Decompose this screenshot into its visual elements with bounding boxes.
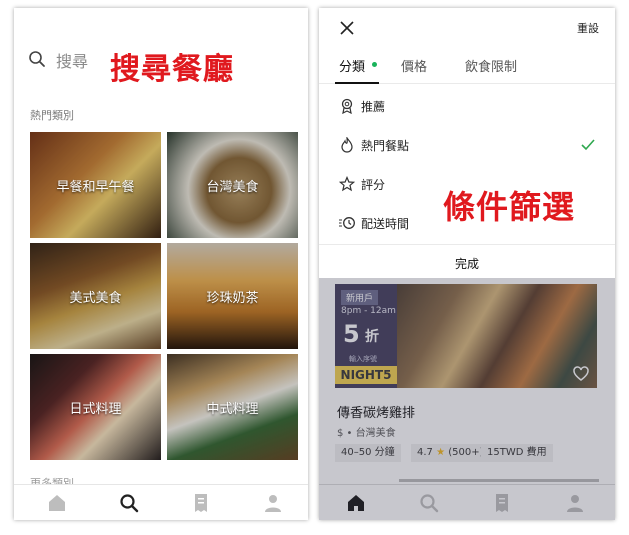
bottom-tab-bar [319,484,615,520]
clock-icon [339,217,355,229]
reset-button[interactable]: 重設 [577,20,599,36]
category-tile[interactable]: 日式料理 [30,354,161,460]
promo-time: 8pm - 12am [341,306,396,316]
next-card-peek [399,479,599,482]
category-label: 中式料理 [206,402,259,417]
section-label-popular: 熱門類別 [30,109,74,122]
annotation-headline: 搜尋餐廳 [110,52,234,87]
restaurant-meta: $ • 台灣美食 [337,428,396,439]
rating-value: 4.7 [417,447,433,458]
search-icon[interactable] [118,492,140,514]
option-label: 評分 [361,178,386,192]
eta-chip: 40–50 分鐘 [335,444,401,462]
heart-icon[interactable] [573,366,589,382]
promo-code-label: 輸入序號 [349,355,377,363]
category-label: 美式美食 [69,291,122,306]
restaurant-card-image[interactable]: 新用戶 8pm - 12am 5 折 輸入序號 NIGHT5 [335,284,597,388]
search-icon [29,51,45,67]
search-icon[interactable] [418,492,440,514]
rating-count: (500+) [448,447,484,458]
rating-chip: 4.7 ★ (500+) [411,444,490,462]
restaurant-chips: 40–50 分鐘 4.7 ★ (500+) 15TWD 費用 [335,444,605,462]
category-tile[interactable]: 早餐和早午餐 [30,132,161,238]
tab-dietary[interactable]: 飲食限制 [465,56,517,75]
promo-code: NIGHT5 [335,366,397,384]
badge-icon [341,98,353,114]
bottom-tab-bar [14,484,308,520]
search-screen: 搜尋 搜尋餐廳 熱門類別 早餐和早午餐 台灣美食 美式美食 珍珠奶茶 日式料理 … [14,8,308,520]
food-photo [397,284,597,388]
category-tile[interactable]: 珍珠奶茶 [167,243,298,349]
done-label: 完成 [454,257,479,271]
sort-option-recommended[interactable]: 推薦 [319,88,615,126]
category-tile[interactable]: 台灣美食 [167,132,298,238]
account-icon[interactable] [564,492,586,514]
restaurant-list-background: 新用戶 8pm - 12am 5 折 輸入序號 NIGHT5 傳香碳烤雞排 $ … [319,278,615,520]
option-label: 推薦 [361,100,386,114]
star-icon: ★ [436,447,446,458]
search-input[interactable]: 搜尋 [56,48,88,72]
category-label: 日式料理 [69,402,122,417]
filter-tabs: 分類 價格 飲食限制 [319,50,615,84]
receipt-icon[interactable] [190,492,212,514]
category-label: 珍珠奶茶 [206,291,259,306]
done-button[interactable]: 完成 [319,244,615,278]
promo-discount-number: 5 [343,320,360,348]
option-label: 熱門餐點 [361,139,410,153]
tab-underline [335,82,379,84]
sort-option-popular[interactable]: 熱門餐點 [319,127,615,165]
tab-category[interactable]: 分類 [339,56,365,75]
option-label: 配送時間 [361,217,410,231]
account-icon[interactable] [262,492,284,514]
new-user-badge: 新用戶 [341,290,379,305]
tab-price[interactable]: 價格 [401,56,427,75]
close-icon[interactable] [339,20,355,36]
screenshot-frame: 搜尋 搜尋餐廳 熱門類別 早餐和早午餐 台灣美食 美式美食 珍珠奶茶 日式料理 … [0,0,629,535]
category-label: 早餐和早午餐 [56,180,135,195]
fee-chip: 15TWD 費用 [481,444,553,462]
promo-discount-unit: 折 [365,329,379,345]
category-tile[interactable]: 美式美食 [30,243,161,349]
category-tile[interactable]: 中式料理 [167,354,298,460]
annotation-headline: 條件篩選 [443,188,576,226]
check-icon [581,139,595,151]
home-icon[interactable] [46,492,68,514]
restaurant-name[interactable]: 傳香碳烤雞排 [337,402,415,421]
active-indicator-dot [372,62,377,67]
promo-panel: 新用戶 8pm - 12am 5 折 輸入序號 NIGHT5 [335,284,397,388]
home-icon[interactable] [345,492,367,514]
receipt-icon[interactable] [491,492,513,514]
flame-icon [341,137,353,153]
category-label: 台灣美食 [206,180,259,195]
filter-screen: 重設 分類 價格 飲食限制 推薦 熱門餐點 評分 配送時間 條件篩選 完成 新用… [319,8,615,520]
star-icon [339,176,355,192]
